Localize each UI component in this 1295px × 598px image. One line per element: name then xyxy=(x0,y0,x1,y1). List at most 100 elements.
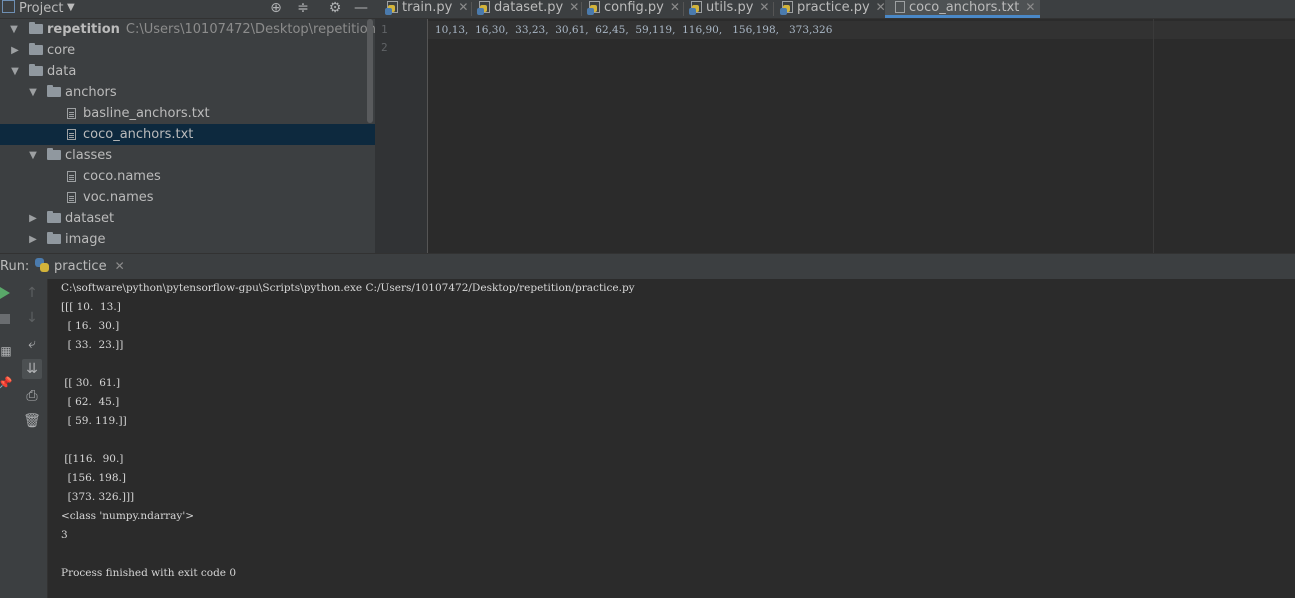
layout-icon[interactable]: ▦ xyxy=(0,341,16,361)
close-icon[interactable]: ✕ xyxy=(115,259,125,273)
tree-item-core[interactable]: ▶ core xyxy=(0,40,375,61)
project-panel-header: Project ▼ ⊕ ≑ ⚙ — xyxy=(0,0,375,19)
text-file-icon xyxy=(67,129,76,140)
arrow-up-icon[interactable]: ↑ xyxy=(22,283,42,303)
chevron-right-icon[interactable]: ▶ xyxy=(28,208,38,229)
tree-item-label: basline_anchors.txt xyxy=(83,106,210,121)
project-path: C:\Users\10107472\Desktop\repetition xyxy=(125,22,375,37)
text-file-icon xyxy=(67,192,76,203)
run-console[interactable]: C:\software\python\pytensorflow-gpu\Scri… xyxy=(48,279,1295,598)
chevron-down-icon[interactable]: ▼ xyxy=(9,19,19,40)
console-line: C:\software\python\pytensorflow-gpu\Scri… xyxy=(61,282,635,294)
console-line: [ 62. 45.] xyxy=(61,396,120,408)
chevron-right-icon[interactable]: ▶ xyxy=(28,229,38,250)
tab-practice-py[interactable]: practice.py ✕ xyxy=(780,0,886,18)
run-tab-label: practice xyxy=(54,259,107,274)
tab-utils-py[interactable]: utils.py ✕ xyxy=(689,0,769,18)
tree-item-coco-names[interactable]: coco.names xyxy=(0,166,375,187)
tree-item-label: anchors xyxy=(65,85,117,100)
console-line: Process finished with exit code 0 xyxy=(61,567,237,579)
project-view-selector[interactable]: Project xyxy=(2,0,63,17)
arrow-down-icon[interactable]: ↓ xyxy=(22,308,42,328)
tab-divider xyxy=(683,2,684,16)
console-line: <class 'numpy.ndarray'> xyxy=(61,510,195,522)
console-line: [[ 30. 61.] xyxy=(61,377,121,389)
tab-label: practice.py xyxy=(797,0,870,15)
console-line: [[116. 90.] xyxy=(61,453,124,465)
chevron-down-icon[interactable]: ▼ xyxy=(28,82,38,103)
project-title: Project xyxy=(19,1,64,16)
run-toolbar-outer: ▦ 📌 xyxy=(0,279,15,598)
console-line: [156. 198.] xyxy=(61,472,126,484)
run-toolbar: ↑ ↓ ⤶ ⇊ ⎙ 🗑 xyxy=(15,279,48,598)
close-icon[interactable]: ✕ xyxy=(458,0,468,14)
gear-icon[interactable]: ⚙ xyxy=(327,0,343,16)
tree-item-anchors[interactable]: ▼ anchors xyxy=(0,82,375,103)
tree-item-label: data xyxy=(47,64,77,79)
pin-icon[interactable]: 📌 xyxy=(0,373,15,393)
close-icon[interactable]: ✕ xyxy=(670,0,680,14)
tab-train-py[interactable]: train.py ✕ xyxy=(385,0,468,18)
editor-tab-bar: train.py ✕ dataset.py ✕ config.py ✕ utils.p… xyxy=(375,0,1295,19)
folder-icon xyxy=(29,64,43,76)
text-file-icon xyxy=(67,108,76,119)
text-file-icon xyxy=(67,171,76,182)
tree-item-classes[interactable]: ▼ classes xyxy=(0,145,375,166)
tree-item-dataset[interactable]: ▶ dataset xyxy=(0,208,375,229)
project-panel: Project ▼ ⊕ ≑ ⚙ — ▼ repetition C:\Users\1… xyxy=(0,0,375,253)
scroll-to-end-icon[interactable]: ⇊ xyxy=(22,359,42,379)
close-icon[interactable]: ✕ xyxy=(1025,0,1035,14)
tree-item-label: voc.names xyxy=(83,190,154,205)
tab-label: utils.py xyxy=(706,0,754,15)
tree-item-coco-anchors[interactable]: coco_anchors.txt xyxy=(0,124,375,145)
project-scrollbar[interactable] xyxy=(367,19,373,123)
tab-coco-anchors-txt[interactable]: coco_anchors.txt ✕ xyxy=(885,0,1041,18)
chevron-down-icon[interactable]: ▼ xyxy=(10,61,20,82)
soft-wrap-icon[interactable]: ⤶ xyxy=(22,334,42,354)
run-label: Run: xyxy=(0,259,30,274)
project-icon xyxy=(2,0,15,13)
stop-icon[interactable] xyxy=(0,314,10,324)
editor-area[interactable]: 1 2 10,13, 16,30, 33,23, 30,61, 62,45, 5… xyxy=(375,19,1295,253)
python-icon xyxy=(35,258,49,272)
run-tab-practice[interactable]: practice ✕ xyxy=(35,254,125,279)
folder-icon xyxy=(47,148,61,160)
run-panel-header: Run: practice ✕ xyxy=(0,253,1295,280)
python-file-icon xyxy=(477,1,490,15)
chevron-right-icon[interactable]: ▶ xyxy=(10,40,20,61)
hide-panel-icon[interactable]: — xyxy=(353,0,369,16)
tree-item-image[interactable]: ▶ image xyxy=(0,229,375,250)
tab-config-py[interactable]: config.py ✕ xyxy=(587,0,680,18)
line-number-gutter: 1 2 xyxy=(375,19,428,253)
line-number: 1 xyxy=(381,23,388,36)
tree-item-basline-anchors[interactable]: basline_anchors.txt xyxy=(0,103,375,124)
line-number: 2 xyxy=(381,41,388,54)
code-line[interactable]: 10,13, 16,30, 33,23, 30,61, 62,45, 59,11… xyxy=(435,21,832,39)
tab-divider xyxy=(773,2,774,16)
tree-item-data[interactable]: ▼ data xyxy=(0,61,375,82)
print-icon[interactable]: ⎙ xyxy=(22,386,42,406)
tab-dataset-py[interactable]: dataset.py ✕ xyxy=(477,0,579,18)
folder-icon xyxy=(29,43,43,55)
close-icon[interactable]: ✕ xyxy=(759,0,769,14)
close-icon[interactable]: ✕ xyxy=(569,0,579,14)
tree-item-label: image xyxy=(65,232,106,247)
folder-icon xyxy=(29,22,43,34)
collapse-all-icon[interactable]: ≑ xyxy=(295,0,311,16)
tree-item-label: classes xyxy=(65,148,113,163)
console-line: [ 16. 30.] xyxy=(61,320,120,332)
chevron-down-icon[interactable]: ▼ xyxy=(67,0,75,16)
tab-label: config.py xyxy=(604,0,664,15)
folder-icon xyxy=(47,211,61,223)
tree-item-repetition[interactable]: ▼ repetition C:\Users\10107472\Desktop\re… xyxy=(0,19,375,40)
console-line: [373. 326.]]] xyxy=(61,491,135,503)
tree-item-label: coco_anchors.txt xyxy=(83,127,194,142)
locate-file-icon[interactable]: ⊕ xyxy=(268,0,284,16)
console-line: [[[ 10. 13.] xyxy=(61,301,121,313)
tab-divider xyxy=(581,2,582,16)
tree-item-voc-names[interactable]: voc.names xyxy=(0,187,375,208)
python-file-icon xyxy=(385,1,398,15)
trash-icon[interactable]: 🗑 xyxy=(22,411,42,431)
chevron-down-icon[interactable]: ▼ xyxy=(28,145,38,166)
rerun-icon[interactable] xyxy=(0,287,10,299)
